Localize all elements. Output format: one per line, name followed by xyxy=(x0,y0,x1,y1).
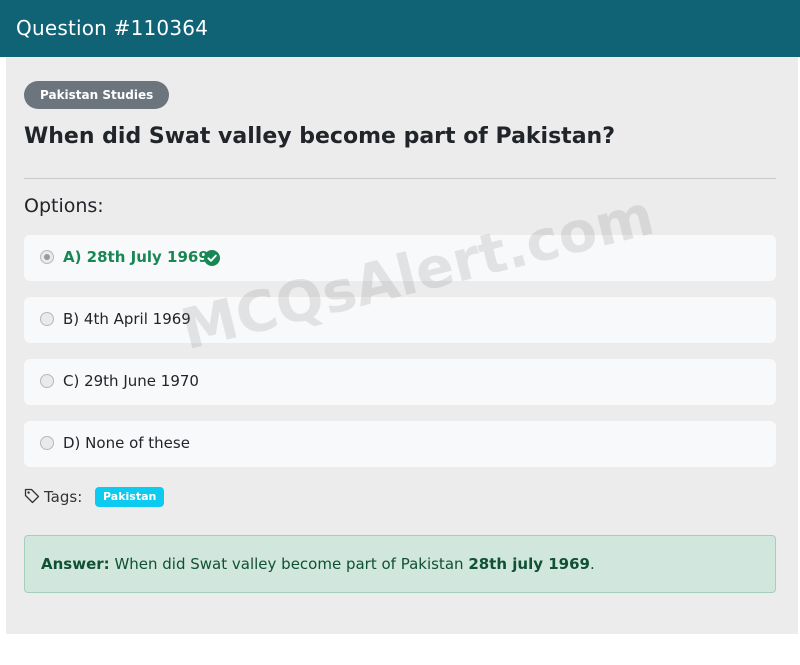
answer-prefix: Answer: xyxy=(41,555,110,573)
tag-pakistan[interactable]: Pakistan xyxy=(95,487,165,507)
option-c[interactable]: C) 29th June 1970 xyxy=(24,359,776,405)
tag-icon xyxy=(24,488,40,504)
divider xyxy=(24,178,776,179)
option-d[interactable]: D) None of these xyxy=(24,421,776,467)
option-a-radio[interactable] xyxy=(40,250,54,264)
tags-label: Tags: xyxy=(44,488,83,506)
option-a[interactable]: A) 28th July 1969 xyxy=(24,235,776,281)
answer-value: 28th july 1969 xyxy=(468,555,590,573)
answer-suffix: . xyxy=(589,555,595,573)
option-c-radio[interactable] xyxy=(40,374,54,388)
option-b-label: B) 4th April 1969 xyxy=(63,310,191,328)
option-a-label: A) 28th July 1969 xyxy=(63,248,209,266)
options-label: Options: xyxy=(24,195,104,217)
option-c-label: C) 29th June 1970 xyxy=(63,372,199,390)
answer-line: Answer: When did Swat valley become part… xyxy=(41,555,595,573)
question-card: Pakistan Studies When did Swat valley be… xyxy=(6,57,798,634)
page-header: Question #110364 xyxy=(0,0,800,57)
answer-box: Answer: When did Swat valley become part… xyxy=(24,535,776,593)
question-number-title: Question #110364 xyxy=(16,16,209,40)
option-b-radio[interactable] xyxy=(40,312,54,326)
question-text: When did Swat valley become part of Paki… xyxy=(24,124,615,149)
answer-text: When did Swat valley become part of Paki… xyxy=(114,555,464,573)
option-d-radio[interactable] xyxy=(40,436,54,450)
option-d-label: D) None of these xyxy=(63,434,190,452)
option-b[interactable]: B) 4th April 1969 xyxy=(24,297,776,343)
category-badge[interactable]: Pakistan Studies xyxy=(24,81,170,109)
check-circle-icon xyxy=(204,250,220,266)
